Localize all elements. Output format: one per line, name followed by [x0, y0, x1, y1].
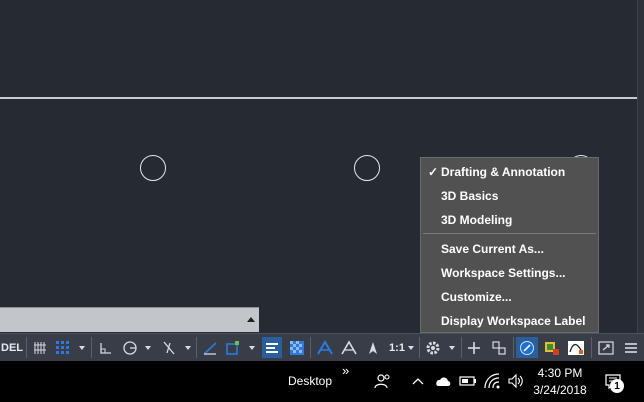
customize-icon[interactable]	[620, 337, 642, 358]
menu-item-customize[interactable]: Customize...	[421, 286, 598, 308]
menu-item-workspace-settings[interactable]: Workspace Settings...	[421, 262, 598, 284]
menu-item-display-workspace-label[interactable]: Display Workspace Label	[421, 310, 598, 332]
status-bar: DEL 1:1	[0, 333, 644, 361]
action-center-icon[interactable]: 1	[600, 371, 628, 393]
menu-item-3d-modeling[interactable]: 3D Modeling	[421, 209, 598, 231]
menu-separator	[423, 233, 596, 234]
chevron-down-icon[interactable]	[406, 337, 416, 358]
menu-item-save-current-as[interactable]: Save Current As...	[421, 238, 598, 260]
isodraft-icon[interactable]	[159, 337, 179, 358]
divider	[310, 337, 311, 358]
wifi-icon[interactable]	[483, 372, 503, 390]
menu-item-label: Display Workspace Label	[441, 314, 586, 328]
lineweight-icon[interactable]	[262, 337, 282, 358]
workspace-menu: ✓ Drafting & Annotation 3D Basics 3D Mod…	[420, 157, 599, 333]
menu-item-drafting-annotation[interactable]: ✓ Drafting & Annotation	[421, 161, 598, 183]
toolbar-overflow-chevron[interactable]: »	[342, 363, 349, 378]
clean-screen-icon[interactable]	[565, 337, 587, 358]
chevron-down-icon[interactable]	[142, 337, 154, 358]
divider	[196, 337, 197, 358]
autoscale-icon[interactable]	[338, 337, 360, 358]
menu-item-label: 3D Modeling	[441, 213, 513, 227]
divider	[461, 337, 462, 358]
quickprops-icon[interactable]	[541, 337, 563, 358]
snap-icon[interactable]	[53, 337, 73, 358]
visibility-icon[interactable]	[362, 337, 384, 358]
menu-item-label: Drafting & Annotation	[441, 165, 566, 179]
plus-icon[interactable]	[464, 337, 484, 358]
divider	[591, 337, 592, 358]
menu-item-label: Workspace Settings...	[441, 266, 566, 280]
menu-item-label: 3D Basics	[441, 189, 499, 203]
selection-icon[interactable]	[223, 337, 243, 358]
fullscreen-icon[interactable]	[595, 337, 617, 358]
vertical-scrollbar[interactable]	[637, 0, 644, 333]
notification-count-badge: 1	[610, 379, 624, 393]
drawn-circle[interactable]	[354, 155, 380, 181]
menu-item-3d-basics[interactable]: 3D Basics	[421, 185, 598, 207]
grid-icon[interactable]	[31, 337, 49, 358]
battery-icon[interactable]	[458, 373, 478, 389]
clock-date[interactable]: 3/24/2018	[530, 382, 590, 398]
chevron-down-icon[interactable]	[246, 337, 258, 358]
clock-time[interactable]: 4:30 PM	[530, 365, 590, 381]
command-line-input[interactable]	[0, 307, 259, 332]
menu-item-label: Save Current As...	[441, 242, 544, 256]
workspace-gear-icon[interactable]	[423, 337, 443, 358]
drawn-circle[interactable]	[140, 155, 166, 181]
windows-taskbar: Desktop » 4:30 PM 3/24/2018 1	[0, 361, 644, 402]
annotation-icon[interactable]	[314, 337, 336, 358]
chevron-down-icon[interactable]	[446, 337, 458, 358]
chevron-up-icon[interactable]	[410, 373, 426, 389]
annotation-scale-label[interactable]: 1:1	[387, 337, 407, 358]
polar-icon[interactable]	[120, 337, 140, 358]
volume-icon[interactable]	[506, 372, 526, 390]
divider	[26, 337, 27, 358]
hardware-icon[interactable]	[516, 337, 538, 358]
dynamic-ucs-icon[interactable]	[200, 337, 220, 358]
ortho-icon[interactable]	[96, 337, 114, 358]
checkmark-icon: ✓	[428, 165, 439, 179]
model-space-button[interactable]: DEL	[0, 337, 24, 358]
menu-item-label: Customize...	[441, 290, 512, 304]
people-icon[interactable]	[373, 372, 393, 390]
chevron-down-icon[interactable]	[76, 337, 88, 358]
command-history-arrow-icon[interactable]	[247, 317, 255, 322]
transparency-icon[interactable]	[287, 337, 307, 358]
divider	[513, 337, 514, 358]
divider	[419, 337, 420, 358]
drawn-line[interactable]	[0, 97, 637, 99]
desktop-toolbar-label[interactable]: Desktop	[288, 373, 332, 389]
divider	[91, 337, 92, 358]
onedrive-cloud-icon[interactable]	[433, 373, 453, 389]
chevron-down-icon[interactable]	[182, 337, 194, 358]
isolate-icon[interactable]	[488, 337, 510, 358]
